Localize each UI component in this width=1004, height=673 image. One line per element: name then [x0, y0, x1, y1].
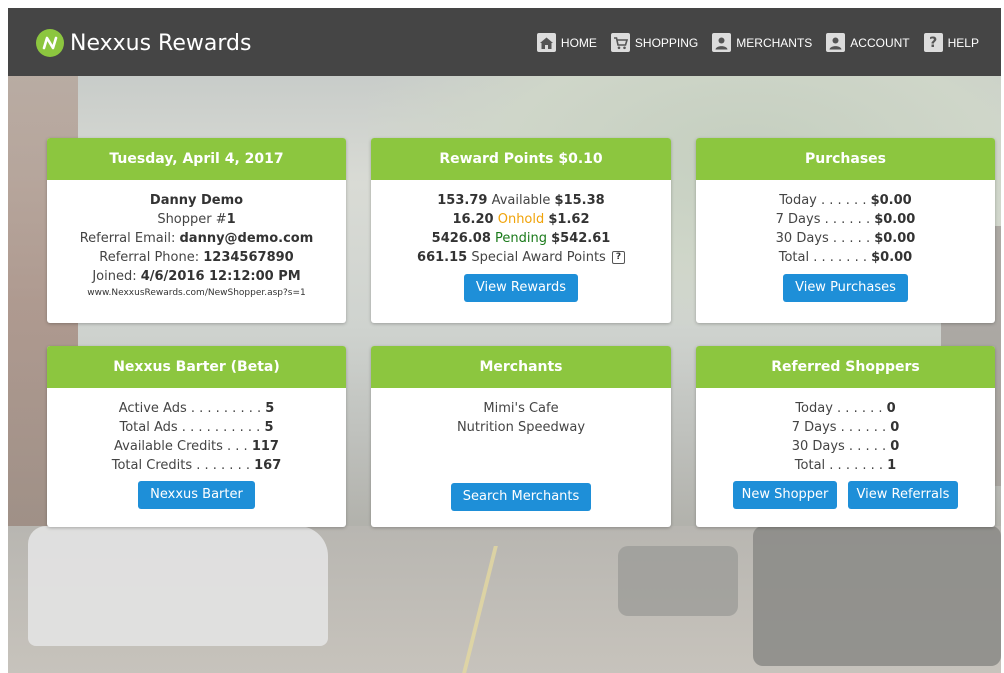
nav-home[interactable]: HOME — [536, 33, 597, 52]
joined-row: Joined: 4/6/2016 12:12:00 PM — [92, 269, 301, 284]
brand-name: Nexxus Rewards — [70, 30, 252, 56]
referral-phone-row: Referral Phone: 1234567890 — [99, 250, 294, 265]
nexxus-barter-button[interactable]: Nexxus Barter — [138, 481, 255, 509]
purchases-body: Today . . . . . . $0.00 7 Days . . . . .… — [696, 180, 995, 302]
account-icon — [826, 33, 846, 52]
special-award-row: 661.15 Special Award Points ? — [371, 248, 671, 267]
barter-row: Active Ads . . . . . . . . . 5 — [118, 401, 275, 416]
merchant-item[interactable]: Nutrition Speedway — [371, 418, 671, 437]
purchases-row: 30 Days . . . . . $0.00 — [775, 231, 916, 246]
barter-row: Available Credits . . . 117 — [114, 439, 279, 454]
search-merchants-button[interactable]: Search Merchants — [450, 483, 592, 511]
profile-card-title: Tuesday, April 4, 2017 — [47, 138, 346, 180]
purchases-title: Purchases — [696, 138, 995, 180]
help-icon: ? — [923, 33, 943, 52]
reward-points-body: 153.79 Available $15.38 16.20 Onhold $1.… — [371, 180, 671, 302]
onhold-row: 16.20 Onhold $1.62 — [452, 212, 590, 227]
help-question-icon[interactable]: ? — [611, 251, 625, 264]
barter-row: Total Ads . . . . . . . . . . 5 — [119, 420, 274, 435]
nav-help-label: HELP — [947, 35, 979, 50]
referral-email-row: Referral Email: danny@demo.com — [79, 231, 314, 246]
view-rewards-button[interactable]: View Rewards — [463, 274, 579, 302]
bg-car-mid — [618, 546, 738, 616]
barter-title: Nexxus Barter (Beta) — [47, 346, 346, 388]
nav-shopping[interactable]: SHOPPING — [610, 33, 699, 52]
nav-merchants[interactable]: MERCHANTS — [712, 33, 812, 52]
barter-body: Active Ads . . . . . . . . . 5 Total Ads… — [47, 388, 346, 509]
merchants-body: Mimi's Cafe Nutrition Speedway Search Me… — [371, 388, 671, 527]
purchases-row: 7 Days . . . . . . $0.00 — [775, 212, 916, 227]
referred-shoppers-title: Referred Shoppers — [696, 346, 995, 388]
barter-card: Nexxus Barter (Beta) Active Ads . . . . … — [47, 346, 346, 527]
view-referrals-button[interactable]: View Referrals — [847, 481, 959, 509]
merchants-title: Merchants — [371, 346, 671, 388]
purchases-card: Purchases Today . . . . . . $0.00 7 Days… — [696, 138, 995, 323]
referred-row: Today . . . . . . 0 — [795, 401, 896, 416]
nav-help[interactable]: ? HELP — [923, 33, 979, 52]
home-icon — [536, 33, 556, 52]
profile-card: Tuesday, April 4, 2017 Danny Demo Shoppe… — [47, 138, 346, 323]
new-shopper-button[interactable]: New Shopper — [732, 481, 838, 509]
available-row: 153.79 Available $15.38 — [437, 193, 605, 208]
top-navbar: Nexxus Rewards HOME SHOPPING MERCHANTS A… — [8, 8, 1001, 76]
pending-row: 5426.08 Pending $542.61 — [431, 231, 611, 246]
referred-row: 30 Days . . . . . 0 — [791, 439, 900, 454]
merchants-icon — [712, 33, 732, 52]
reward-points-title: Reward Points $0.10 — [371, 138, 671, 180]
barter-row: Total Credits . . . . . . . 167 — [111, 458, 282, 473]
merchants-card: Merchants Mimi's Cafe Nutrition Speedway… — [371, 346, 671, 527]
purchases-row: Today . . . . . . $0.00 — [779, 193, 912, 208]
bg-car-right — [753, 526, 1001, 666]
nav-account[interactable]: ACCOUNT — [826, 33, 910, 52]
nav-home-label: HOME — [560, 35, 597, 50]
referred-row: 7 Days . . . . . . 0 — [791, 420, 900, 435]
main-nav: HOME SHOPPING MERCHANTS ACCOUNT ? HELP — [523, 33, 979, 52]
nav-account-label: ACCOUNT — [850, 35, 910, 50]
merchant-item[interactable]: Mimi's Cafe — [371, 399, 671, 418]
purchases-row: Total . . . . . . . $0.00 — [778, 250, 913, 265]
referred-row: Total . . . . . . . 1 — [794, 458, 897, 473]
referred-shoppers-body: Today . . . . . . 0 7 Days . . . . . . 0… — [696, 388, 995, 509]
nav-merchants-label: MERCHANTS — [736, 35, 813, 50]
shopper-number: 1 — [226, 212, 236, 227]
joined-date: 4/6/2016 12:12:00 PM — [140, 269, 301, 284]
nexxus-logo-icon — [36, 29, 64, 57]
view-purchases-button[interactable]: View Purchases — [783, 274, 908, 302]
referred-shoppers-card: Referred Shoppers Today . . . . . . 0 7 … — [696, 346, 995, 527]
brand[interactable]: Nexxus Rewards — [36, 28, 251, 58]
shopper-number-row: Shopper #1 — [157, 212, 236, 227]
bg-car-left — [28, 526, 328, 646]
referral-email: danny@demo.com — [179, 231, 314, 246]
shopping-cart-icon — [610, 33, 630, 52]
nav-shopping-label: SHOPPING — [634, 35, 699, 50]
shopper-name: Danny Demo — [149, 193, 244, 208]
referral-phone: 1234567890 — [203, 250, 294, 265]
profile-card-body: Danny Demo Shopper #1 Referral Email: da… — [47, 180, 346, 300]
reward-points-card: Reward Points $0.10 153.79 Available $15… — [371, 138, 671, 323]
referral-url[interactable]: www.NexxusRewards.com/NewShopper.asp?s=1 — [47, 286, 346, 300]
